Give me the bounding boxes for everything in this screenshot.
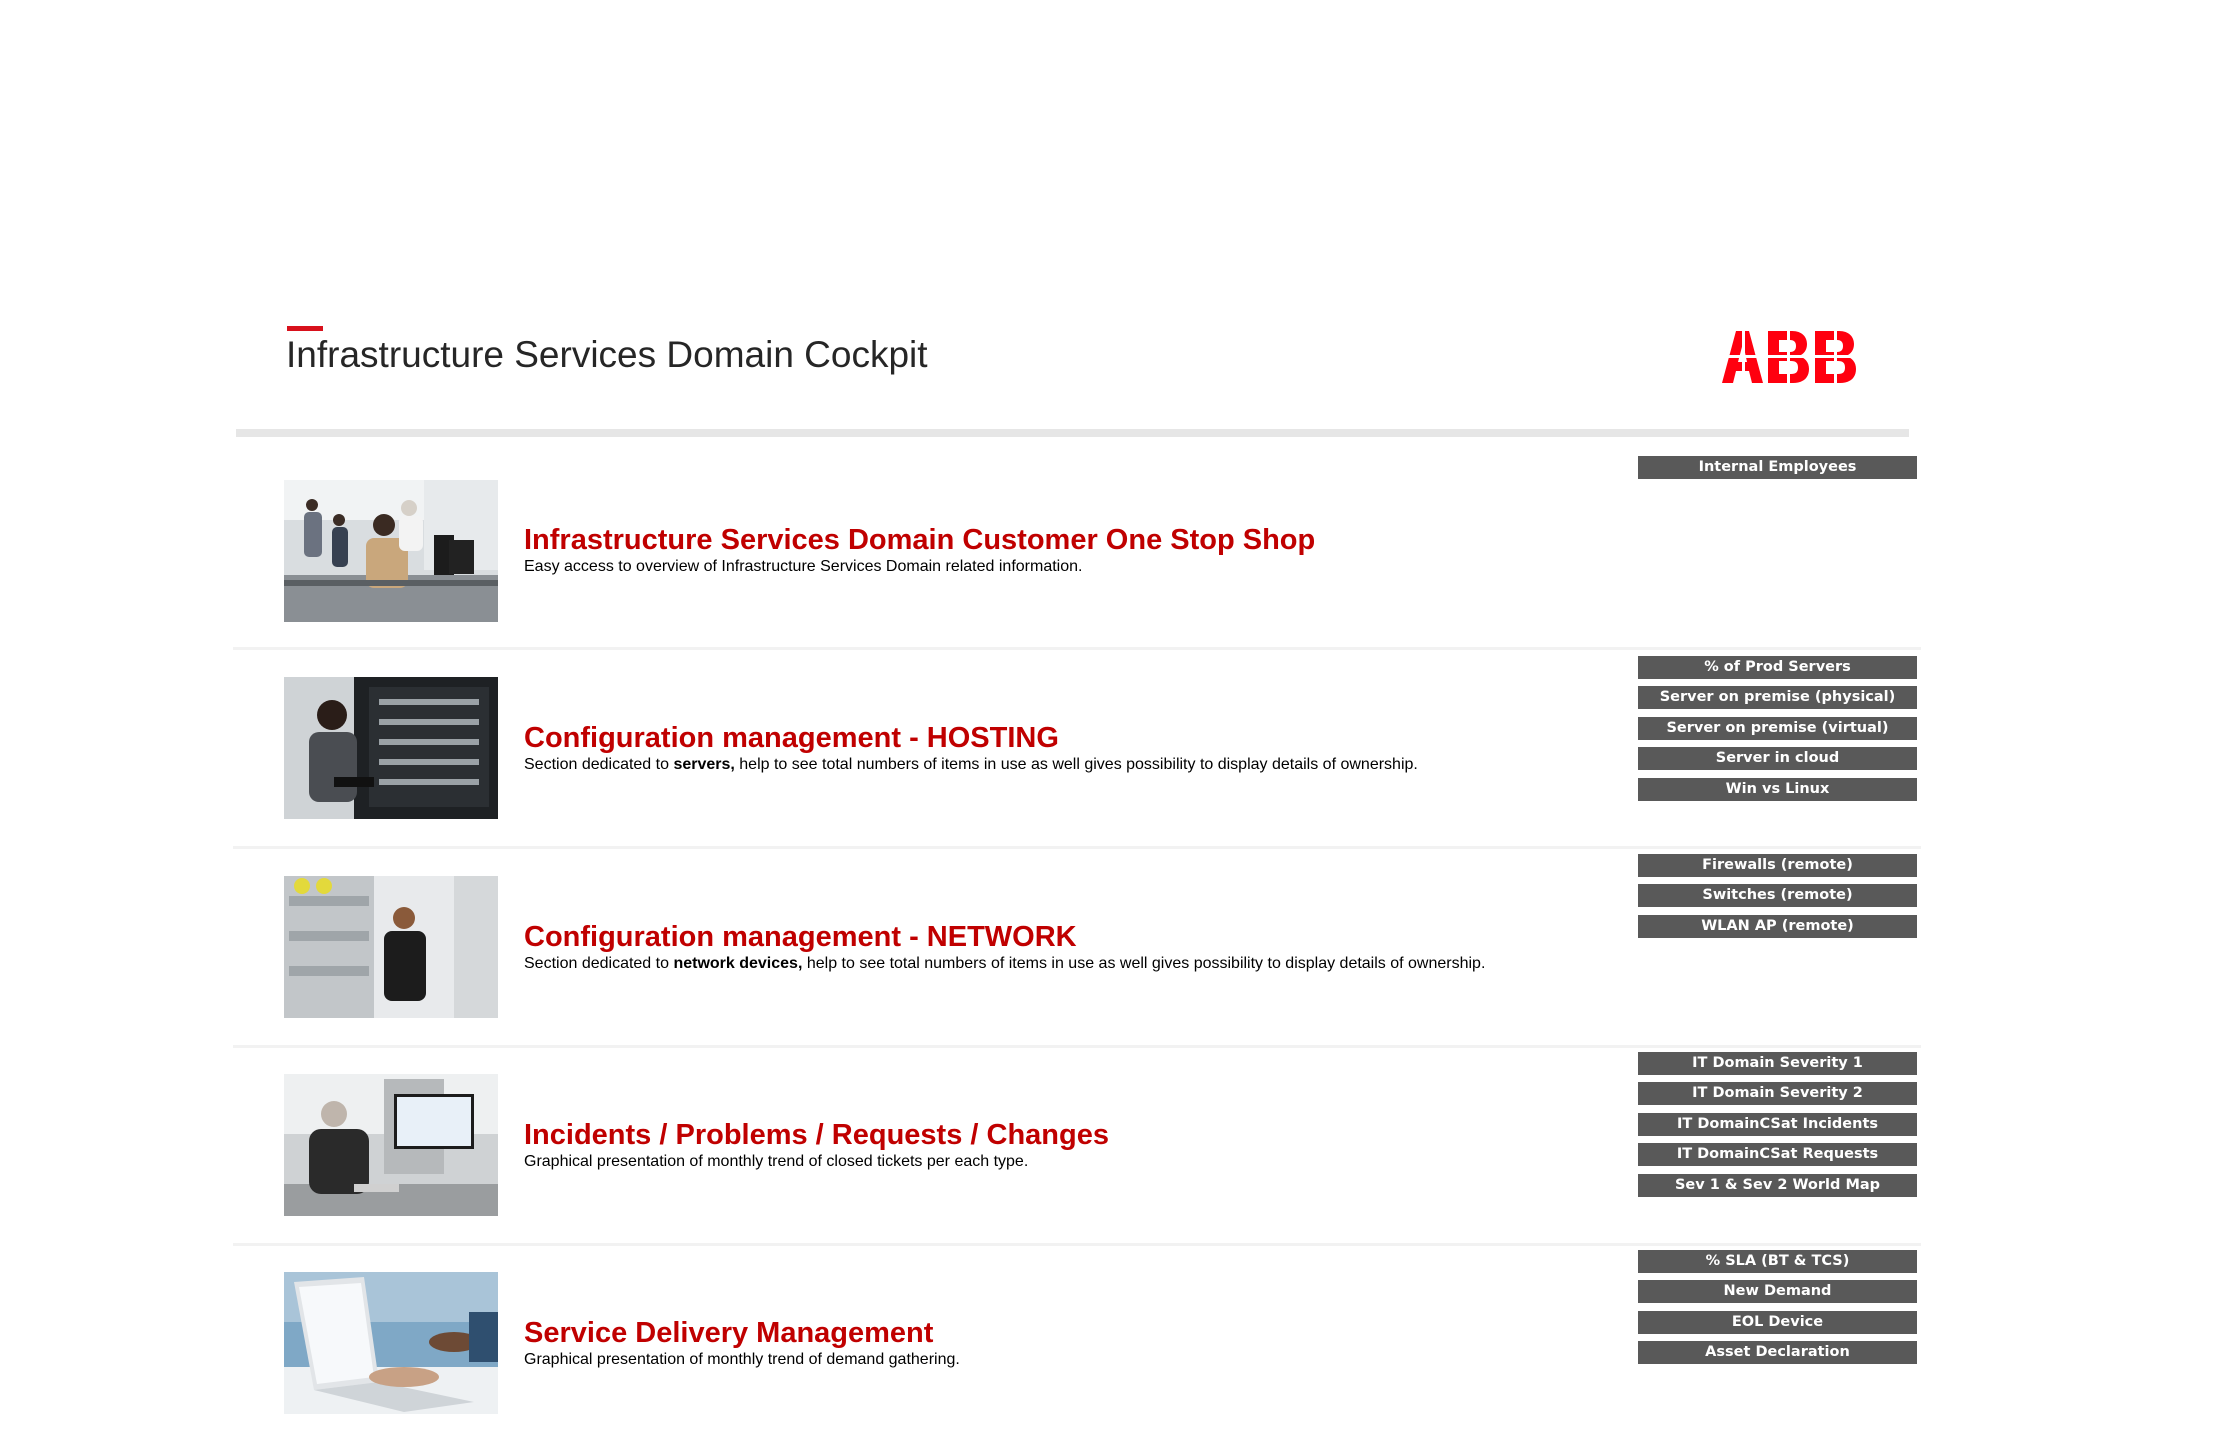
abb-logo xyxy=(1722,331,1856,383)
wlan-ap-remote-button[interactable]: WLAN AP (remote) xyxy=(1638,914,1917,938)
section-title[interactable]: Service Delivery Management xyxy=(524,1317,933,1350)
section-buttons: % SLA (BT & TCS) New Demand EOL Device A… xyxy=(1638,1250,1917,1372)
section-divider xyxy=(233,647,1921,650)
section-title[interactable]: Configuration management - HOSTING xyxy=(524,722,1059,755)
laptop-work-photo xyxy=(284,1272,498,1414)
network-cabinet-photo xyxy=(284,876,498,1018)
section-divider xyxy=(233,1045,1921,1048)
section-network: Configuration management - NETWORK Secti… xyxy=(0,846,2222,1044)
it-domain-severity-2-button[interactable]: IT Domain Severity 2 xyxy=(1638,1082,1917,1106)
section-buttons: Firewalls (remote) Switches (remote) WLA… xyxy=(1638,854,1917,945)
csat-requests-button[interactable]: IT DomainCSat Requests xyxy=(1638,1143,1917,1167)
section-title[interactable]: Infrastructure Services Domain Customer … xyxy=(524,524,1315,557)
new-demand-button[interactable]: New Demand xyxy=(1638,1280,1917,1304)
section-buttons: Internal Employees xyxy=(1638,456,1917,486)
section-description: Graphical presentation of monthly trend … xyxy=(524,1153,1029,1170)
section-incidents: Incidents / Problems / Requests / Change… xyxy=(0,1045,2222,1243)
section-description: Section dedicated to servers, help to se… xyxy=(524,756,1418,773)
section-divider xyxy=(233,846,1921,849)
switches-remote-button[interactable]: Switches (remote) xyxy=(1638,884,1917,908)
sla-percent-button[interactable]: % SLA (BT & TCS) xyxy=(1638,1250,1917,1273)
section-hosting: Configuration management - HOSTING Secti… xyxy=(0,647,2222,845)
prod-servers-percent-button[interactable]: % of Prod Servers xyxy=(1638,656,1917,679)
internal-employees-button[interactable]: Internal Employees xyxy=(1638,456,1917,479)
section-title[interactable]: Configuration management - NETWORK xyxy=(524,921,1077,954)
page-title: Infrastructure Services Domain Cockpit xyxy=(286,334,928,375)
asset-declaration-button[interactable]: Asset Declaration xyxy=(1638,1341,1917,1365)
section-buttons: % of Prod Servers Server on premise (phy… xyxy=(1638,656,1917,808)
server-room-photo xyxy=(284,677,498,819)
eol-device-button[interactable]: EOL Device xyxy=(1638,1310,1917,1334)
sev1-sev2-world-map-button[interactable]: Sev 1 & Sev 2 World Map xyxy=(1638,1173,1917,1197)
server-in-cloud-button[interactable]: Server in cloud xyxy=(1638,747,1917,771)
office-team-photo xyxy=(284,480,498,622)
csat-incidents-button[interactable]: IT DomainCSat Incidents xyxy=(1638,1112,1917,1136)
header-divider xyxy=(236,429,1909,437)
service-desk-photo xyxy=(284,1074,498,1216)
section-buttons: IT Domain Severity 1 IT Domain Severity … xyxy=(1638,1052,1917,1204)
section-description: Graphical presentation of monthly trend … xyxy=(524,1351,960,1368)
section-service-delivery: Service Delivery Management Graphical pr… xyxy=(0,1243,2222,1441)
win-vs-linux-button[interactable]: Win vs Linux xyxy=(1638,777,1917,801)
it-domain-severity-1-button[interactable]: IT Domain Severity 1 xyxy=(1638,1052,1917,1075)
section-description: Easy access to overview of Infrastructur… xyxy=(524,558,1083,575)
firewalls-remote-button[interactable]: Firewalls (remote) xyxy=(1638,854,1917,877)
section-divider xyxy=(233,1243,1921,1246)
server-on-premise-physical-button[interactable]: Server on premise (physical) xyxy=(1638,686,1917,710)
section-one-stop-shop: Infrastructure Services Domain Customer … xyxy=(0,447,2222,645)
server-on-premise-virtual-button[interactable]: Server on premise (virtual) xyxy=(1638,716,1917,740)
title-accent-bar xyxy=(287,326,323,331)
section-title[interactable]: Incidents / Problems / Requests / Change… xyxy=(524,1119,1109,1152)
section-description: Section dedicated to network devices, he… xyxy=(524,955,1486,972)
